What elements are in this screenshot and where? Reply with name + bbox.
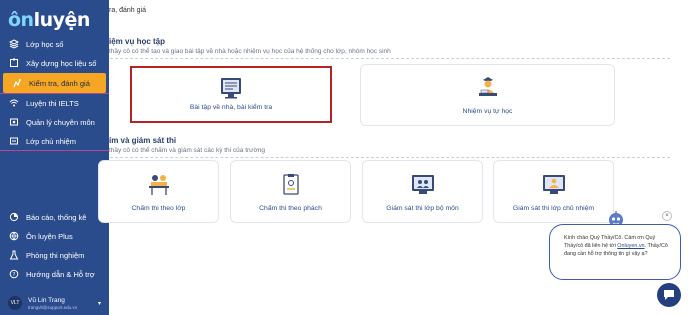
sidebar-item-label: Ôn luyện Plus xyxy=(26,231,73,241)
grade-code-icon xyxy=(282,174,299,195)
monitor-subject-icon xyxy=(411,175,434,194)
sidebar-item-luyen-thi-ielts[interactable]: Luyện thi IELTS xyxy=(0,93,109,113)
app-logo[interactable]: ônluyện xyxy=(8,8,90,32)
globe-icon xyxy=(9,231,19,241)
sidebar-item-label: Hướng dẫn & Hỗ trợ xyxy=(26,269,95,279)
section-divider xyxy=(110,58,670,59)
user-menu[interactable]: VLT Vũ Lin Trang trangvlt@support.edu.vn… xyxy=(0,291,109,315)
sidebar-item-kiem-tra-danh-gia[interactable]: Kiểm tra, đánh giá xyxy=(3,73,106,93)
breadcrumb: ra, đánh giá xyxy=(109,7,146,14)
self-study-icon xyxy=(478,77,497,96)
section-title-hoc-tap: iệm vụ học tập xyxy=(109,37,166,46)
svg-text:?: ? xyxy=(13,272,16,278)
user-name: Vũ Lin Trang xyxy=(28,296,65,304)
sidebar-item-bao-cao-thong-ke[interactable]: Báo cáo, thống kê xyxy=(0,207,109,227)
grade-class-icon xyxy=(148,175,169,195)
caret-down-icon[interactable]: ▾ xyxy=(98,300,101,307)
sidebar-item-on-luyen-plus[interactable]: Ôn luyện Plus xyxy=(0,226,109,246)
logo-prefix: ôn xyxy=(8,9,34,31)
sidebar-item-lop-chu-nhiem[interactable]: Lớp chủ nhiệm xyxy=(0,131,109,151)
sidebar-item-label: Báo cáo, thống kê xyxy=(26,212,87,222)
logo-suffix: luyện xyxy=(33,9,91,31)
card-nhiem-vu-tu-hoc[interactable]: Nhiệm vụ tự học xyxy=(360,64,615,126)
section-subtitle-hoc-tap: thầy cô có thể tạo và giao bài tập về nh… xyxy=(109,48,391,55)
section-subtitle-cham-thi: thầy cô có thể chấm và giám sát các kỳ t… xyxy=(109,147,266,154)
card-giam-sat-lop-bo-mon[interactable]: Giám sát thi lớp bộ môn xyxy=(362,160,483,223)
card-giam-sat-lop-chu-nhiem[interactable]: Giám sát thi lớp chủ nhiệm xyxy=(493,160,614,223)
card-label: Chấm thi theo lớp xyxy=(131,205,186,212)
chat-bubble: Kính chào Quý Thầy/Cô. Cảm ơn Quý Thầy/c… xyxy=(549,224,681,280)
chat-icon xyxy=(664,290,674,300)
help-icon: ? xyxy=(9,269,19,279)
card-label: Chấm thi theo phách xyxy=(259,205,322,212)
exam-icon xyxy=(12,78,22,88)
homework-icon xyxy=(221,78,241,99)
sidebar-item-label: Luyện thi IELTS xyxy=(26,98,79,108)
sidebar-item-huong-dan-ho-tro[interactable]: ? Hướng dẫn & Hỗ trợ xyxy=(0,264,109,284)
chat-launcher-button[interactable] xyxy=(657,283,681,307)
sidebar-item-quan-ly-chuyen-mon[interactable]: Quản lý chuyên môn xyxy=(0,112,109,132)
sidebar-item-label: Lớp học số xyxy=(26,39,64,49)
card-cham-thi-theo-lop[interactable]: Chấm thi theo lớp xyxy=(98,160,219,223)
sidebar-item-lop-hoc-so[interactable]: Lớp học số xyxy=(0,34,109,54)
sidebar-item-phong-thi-nghiem[interactable]: Phòng thi nghiệm xyxy=(0,245,109,265)
card-label: Nhiệm vụ tự học xyxy=(462,108,513,115)
section-title-cham-thi: ím và giám sát thi xyxy=(109,136,177,145)
card-label: Bài tập về nhà, bài kiểm tra xyxy=(189,104,273,111)
class-icon xyxy=(9,136,19,146)
user-email: trangvlt@support.edu.vn xyxy=(28,304,78,310)
sidebar: ônluyện Lớp học số Xây dựng học liệu số … xyxy=(0,0,109,315)
sidebar-item-label: Quản lý chuyên môn xyxy=(26,117,95,127)
wifi-icon xyxy=(9,98,19,108)
sidebar-item-label: Kiểm tra, đánh giá xyxy=(29,78,90,88)
folder-icon xyxy=(9,117,19,127)
sidebar-item-label: Xây dựng học liệu số xyxy=(26,58,97,68)
card-label: Giám sát thi lớp chủ nhiệm xyxy=(512,205,595,212)
section-divider xyxy=(110,157,670,158)
chat-link[interactable]: Onluyen.vn xyxy=(617,243,644,249)
divider xyxy=(0,150,109,151)
card-bai-tap-ve-nha[interactable]: Bài tập về nhà, bài kiểm tra xyxy=(130,66,332,123)
flask-icon xyxy=(9,250,19,260)
chat-close-button[interactable]: × xyxy=(662,211,672,221)
card-cham-thi-theo-phach[interactable]: Chấm thi theo phách xyxy=(230,160,351,223)
sidebar-item-xay-dung-hoc-lieu[interactable]: Xây dựng học liệu số xyxy=(0,53,109,73)
layers-icon xyxy=(9,39,19,49)
card-label: Giám sát thi lớp bộ môn xyxy=(386,205,459,212)
chart-icon xyxy=(9,212,19,222)
monitor-homeroom-icon xyxy=(542,175,565,194)
sidebar-item-label: Lớp chủ nhiệm xyxy=(26,136,76,146)
puzzle-icon xyxy=(9,58,19,68)
avatar: VLT xyxy=(8,296,22,310)
sidebar-item-label: Phòng thi nghiệm xyxy=(26,250,85,260)
